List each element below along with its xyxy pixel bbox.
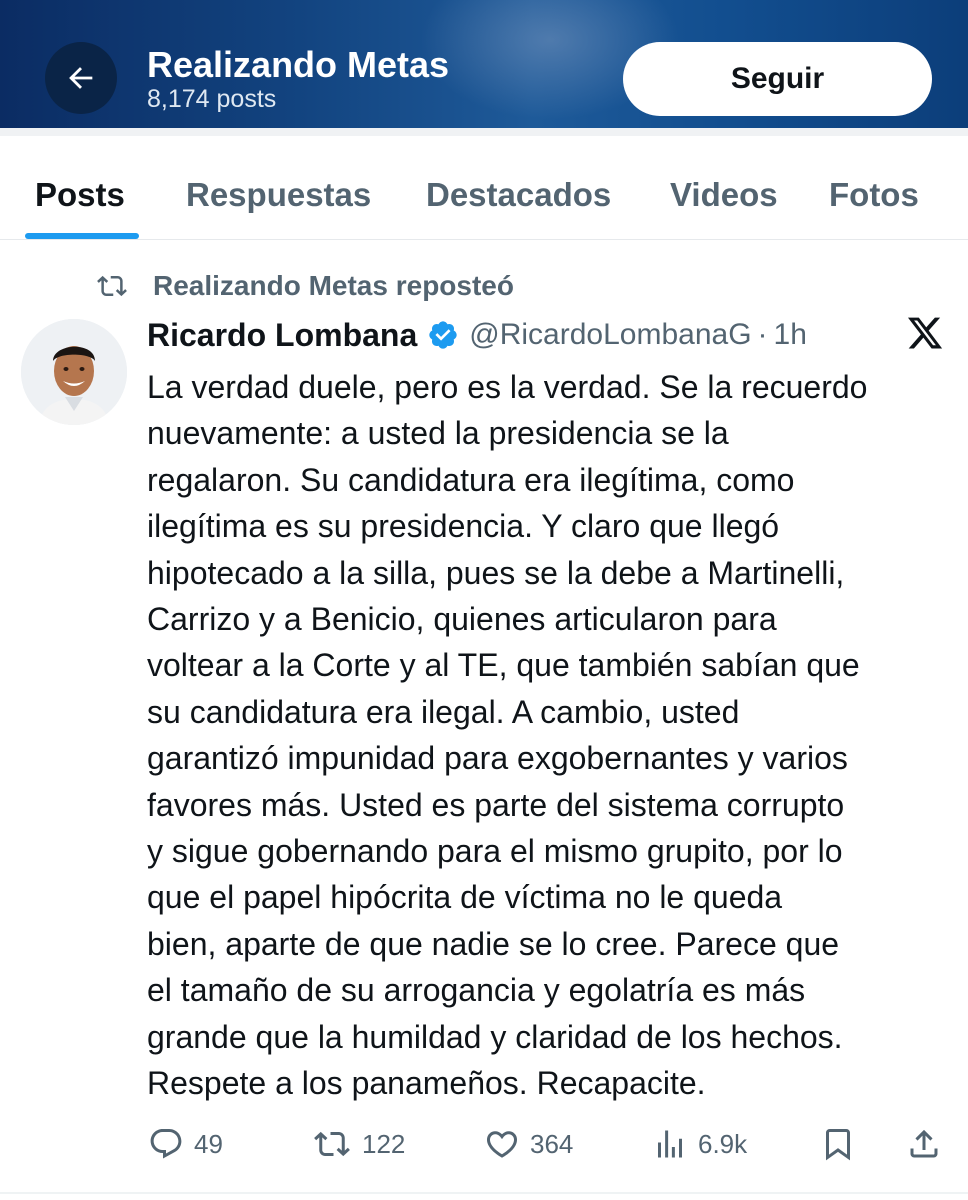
like-count: 364 — [530, 1128, 574, 1159]
reply-count: 49 — [194, 1128, 223, 1159]
tab-respuestas[interactable]: Respuestas — [186, 176, 371, 214]
tab-fotos[interactable]: Fotos — [829, 176, 919, 214]
avatar-photo — [21, 319, 127, 425]
post-actions: 49 122 364 6.9k — [0, 1120, 968, 1170]
x-logo-icon — [907, 317, 943, 349]
post-time[interactable]: 1h — [774, 318, 807, 352]
back-arrow-icon — [69, 67, 93, 89]
tab-destacados[interactable]: Destacados — [426, 176, 611, 214]
views-count: 6.9k — [698, 1128, 748, 1159]
like-icon — [486, 1131, 518, 1158]
author-row: Ricardo Lombana @RicardoLombanaG · 1h — [147, 313, 807, 357]
tab-posts[interactable]: Posts — [35, 176, 125, 214]
like-button[interactable]: 364 — [484, 1120, 573, 1168]
share-button[interactable] — [906, 1120, 942, 1168]
author-name[interactable]: Ricardo Lombana — [147, 317, 417, 354]
reply-icon — [150, 1129, 182, 1159]
views-icon — [658, 1130, 682, 1158]
verified-badge-icon — [429, 321, 457, 349]
posts-count: 8,174 posts — [147, 85, 277, 113]
author-avatar[interactable] — [21, 319, 127, 425]
post-divider — [0, 1192, 968, 1194]
repost-button[interactable]: 122 — [312, 1120, 405, 1168]
bookmark-button[interactable] — [820, 1120, 856, 1168]
profile-tabs: Posts Respuestas Destacados Videos Fotos — [0, 128, 968, 240]
views-button[interactable]: 6.9k — [652, 1120, 747, 1168]
repost-icon — [314, 1131, 350, 1157]
repost-label: Realizando Metas reposteó — [153, 270, 514, 301]
meta-separator: · — [757, 318, 768, 351]
repost-icon — [97, 275, 127, 297]
profile-name: Realizando Metas — [147, 44, 450, 85]
author-handle[interactable]: @RicardoLombanaG — [469, 318, 751, 352]
bookmark-icon — [826, 1129, 850, 1161]
repost-count: 122 — [362, 1128, 406, 1159]
tab-videos[interactable]: Videos — [670, 176, 778, 214]
reply-button[interactable]: 49 — [148, 1120, 223, 1168]
share-icon — [910, 1129, 938, 1158]
follow-button[interactable]: Seguir — [623, 42, 932, 116]
back-button[interactable] — [45, 42, 117, 114]
post-text: La verdad duele, pero es la verdad. Se l… — [147, 369, 868, 1102]
active-tab-indicator — [25, 233, 139, 239]
profile-header: Realizando Metas 8,174 posts Seguir — [0, 0, 968, 128]
repost-indicator: Realizando Metas reposteó — [95, 268, 514, 304]
